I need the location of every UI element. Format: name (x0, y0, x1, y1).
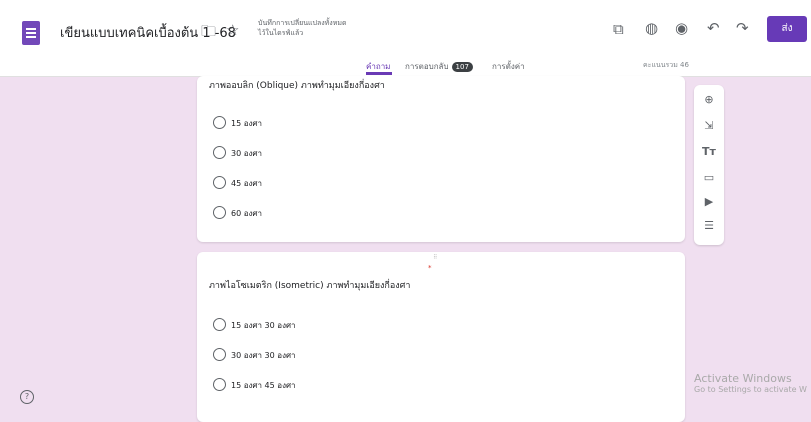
undo-icon[interactable]: ↶ (707, 21, 720, 36)
radio-button[interactable] (213, 206, 226, 219)
radio-button[interactable] (213, 146, 226, 159)
addon-icon[interactable]: ⧉ (613, 22, 624, 37)
option-label: 30 องศา 30 องศา (231, 351, 296, 360)
add-question-icon[interactable]: ⊕ (694, 93, 724, 106)
required-mark: * (428, 264, 432, 272)
save-status-line2: ไว้ในไดรฟ์แล้ว (258, 29, 304, 37)
radio-button[interactable] (213, 116, 226, 129)
watermark-line1: Activate Windows (694, 372, 792, 385)
add-section-icon[interactable]: ☰ (694, 219, 724, 232)
option-label: 15 องศา 45 องศา (231, 381, 296, 390)
option-label: 30 องศา (231, 149, 263, 158)
radio-button[interactable] (213, 176, 226, 189)
tab-settings[interactable]: การตั้งค่า (492, 60, 525, 73)
question-card-2[interactable]: ⠿ * ภาพไอโซเมตริก (Isometric) ภาพทำมุมเอ… (197, 252, 685, 422)
radio-button[interactable] (213, 378, 226, 391)
radio-button[interactable] (213, 348, 226, 361)
import-questions-icon[interactable]: ⇲ (694, 119, 724, 132)
floating-toolbar: ⊕ ⇲ Tт ▭ ▶ ☰ (694, 85, 724, 245)
save-status-line1: บันทึกการเปลี่ยนแปลงทั้งหมด (258, 19, 347, 27)
option-label: 60 องศา (231, 209, 263, 218)
send-button[interactable]: ส่ง (767, 16, 807, 42)
option-label: 45 องศา (231, 179, 263, 188)
activation-watermark: Activate Windows Go to Settings to activ… (694, 372, 807, 394)
save-status: บันทึกการเปลี่ยนแปลงทั้งหมด ไว้ในไดรฟ์แล… (258, 18, 347, 38)
question-title[interactable]: ภาพออบลิก (Oblique) ภาพทำมุมเอียงกี่องศา (209, 78, 385, 92)
total-points: คะแนนรวม 46 (643, 61, 689, 69)
tab-responses-label: การตอบกลับ (405, 62, 449, 71)
forms-app-icon[interactable] (22, 21, 40, 45)
redo-icon[interactable]: ↷ (736, 21, 749, 36)
question-card-1[interactable]: ภาพออบลิก (Oblique) ภาพทำมุมเอียงกี่องศา… (197, 76, 685, 242)
radio-button[interactable] (213, 318, 226, 331)
option-label: 15 องศา 30 องศา (231, 321, 296, 330)
add-title-icon[interactable]: Tт (694, 145, 724, 158)
add-image-icon[interactable]: ▭ (694, 171, 724, 184)
tab-responses[interactable]: การตอบกลับ 107 (405, 60, 473, 73)
question-title[interactable]: ภาพไอโซเมตริก (Isometric) ภาพทำมุมเอียงก… (209, 278, 410, 292)
star-icon[interactable]: ☆ (226, 23, 239, 38)
watermark-line2: Go to Settings to activate W (694, 385, 807, 394)
option-label: 15 องศา (231, 119, 263, 128)
active-tab-indicator (366, 72, 392, 75)
help-icon[interactable]: ? (20, 390, 34, 404)
top-bar: เขียนแบบเทคนิคเบื้องต้น 1 -68 🗀 ☆ บันทึก… (0, 0, 811, 77)
add-video-icon[interactable]: ▶ (694, 195, 724, 208)
preview-eye-icon[interactable]: ◉ (675, 21, 688, 36)
responses-count-badge: 107 (451, 62, 473, 72)
drag-handle-icon[interactable]: ⠿ (433, 254, 438, 261)
palette-icon[interactable]: ◍ (645, 21, 658, 36)
folder-icon[interactable]: 🗀 (201, 24, 216, 39)
